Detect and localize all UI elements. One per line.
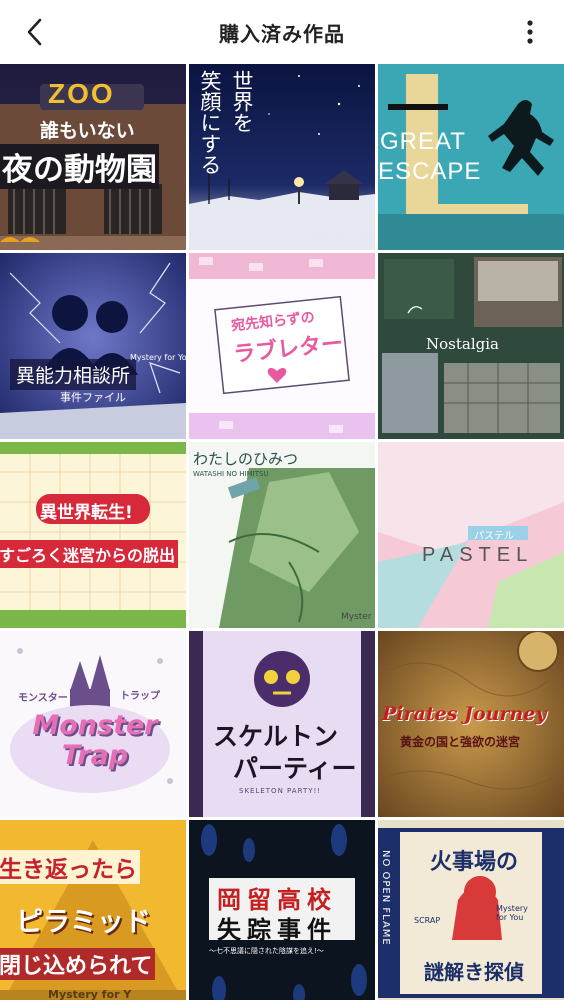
work-tile-fire[interactable]: 火事場の 謎解き探偵 NO OPEN FLAME SCRAP Mystery f… [378, 820, 564, 1000]
work-cover-escape [378, 64, 564, 250]
work-tile-sugoroku[interactable]: 異世界転生! すごろく迷宮からの脱出 [0, 442, 186, 628]
secret-romaji: WATASHI NO HIMITSU [193, 470, 269, 478]
work-tile-pastel[interactable]: パステル PASTEL [378, 442, 564, 628]
more-vertical-icon [527, 20, 533, 44]
smile-title-1: 世界を [230, 70, 254, 133]
secret-credit: Myster [341, 612, 372, 622]
work-tile-smile[interactable]: 世界を 笑顔にする Mystery for [189, 64, 375, 250]
nostalgia-title: Nostalgia [426, 335, 499, 353]
work-tile-skeleton[interactable]: スケルトン パーティー SKELETON PARTY!! [189, 631, 375, 817]
work-tile-okadome[interactable]: 岡留高校 失踪事件 〜七不思議に隠された陰謀を追え!〜 [189, 820, 375, 1000]
work-tile-monster[interactable]: モンスター トラップ Monster Trap [0, 631, 186, 817]
smile-credit: Mystery for [313, 230, 375, 243]
top-app-bar: 購入済み作品 [0, 0, 564, 64]
work-tile-escape[interactable]: GREAT ESCAPE [378, 64, 564, 250]
zoo-logo: ZOO [48, 78, 115, 109]
pastel-subtitle: パステル [474, 531, 514, 542]
fire-side-label: NO OPEN FLAME [380, 850, 391, 946]
monster-kana-2: トラップ [120, 691, 160, 702]
secret-title: わたしのひみつ [193, 450, 299, 468]
purchased-works-grid: ZOO 誰もいない 夜の動物園 世界を 笑顔にする Mystery for GR… [0, 64, 564, 1000]
fire-title-2: 謎解き探偵 [424, 960, 524, 984]
escape-title-1: GREAT [380, 128, 466, 155]
work-tile-pyramid[interactable]: 生き返ったら ピラミッド 閉じ込められて Mystery for Y [0, 820, 186, 1000]
fire-title-1: 火事場の [430, 850, 519, 875]
back-button[interactable] [18, 14, 54, 50]
chevron-left-icon [27, 18, 42, 46]
skeleton-title-2: パーティー [233, 754, 357, 783]
pyramid-line-1: 生き返ったら [0, 850, 140, 884]
escape-title-2: ESCAPE [378, 158, 482, 185]
work-tile-letter[interactable]: 宛先知らずの ラブレター [189, 253, 375, 439]
work-cover-pastel [378, 442, 564, 628]
monster-kana-1: モンスター [18, 693, 68, 704]
work-tile-secret[interactable]: わたしのひみつ WATASHI NO HIMITSU Myster [189, 442, 375, 628]
okadome-subtitle: 〜七不思議に隠された陰謀を追え!〜 [209, 947, 324, 955]
work-tile-zoo[interactable]: ZOO 誰もいない 夜の動物園 [0, 64, 186, 250]
pyramid-title: ピラミッド [16, 907, 151, 938]
work-tile-ability[interactable]: 異能力相談所 事件ファイル Mystery for You [0, 253, 186, 439]
monster-title: Monster Trap [32, 710, 158, 771]
skeleton-title-1: スケルトン [213, 722, 339, 751]
fire-credit-1: SCRAP [414, 916, 441, 925]
pastel-title: PASTEL [422, 544, 534, 566]
ability-credit: Mystery for You [130, 353, 186, 362]
zoo-subtitle: 誰もいない [40, 120, 135, 142]
pirates-title: Pirates Journey [382, 703, 547, 725]
work-cover-ability [0, 253, 186, 439]
pyramid-line-3: 閉じ込められて [0, 948, 156, 980]
zoo-title: 夜の動物園 [0, 144, 159, 189]
ability-subtitle: 事件ファイル [60, 391, 126, 404]
work-cover-sugoroku [0, 442, 186, 628]
page-title: 購入済み作品 [219, 21, 345, 46]
fire-credit-2: Mystery for You [496, 904, 528, 922]
pyramid-credit: Mystery for Y [48, 988, 132, 1000]
sugoroku-subtitle: 異世界転生! [40, 503, 133, 523]
pirates-subtitle: 黄金の国と強欲の迷宮 [400, 735, 521, 749]
okadome-title-2: 失踪事件 [217, 915, 337, 944]
ability-title: 異能力相談所 [10, 359, 137, 390]
sugoroku-title: すごろく迷宮からの脱出 [0, 540, 179, 568]
work-tile-pirates[interactable]: Pirates Journey 黄金の国と強欲の迷宮 [378, 631, 564, 817]
smile-title-2: 笑顔にする [198, 70, 222, 175]
work-tile-nostalgia[interactable]: Nostalgia [378, 253, 564, 439]
skeleton-caption: SKELETON PARTY!! [239, 787, 322, 795]
more-menu-button[interactable] [518, 14, 542, 50]
